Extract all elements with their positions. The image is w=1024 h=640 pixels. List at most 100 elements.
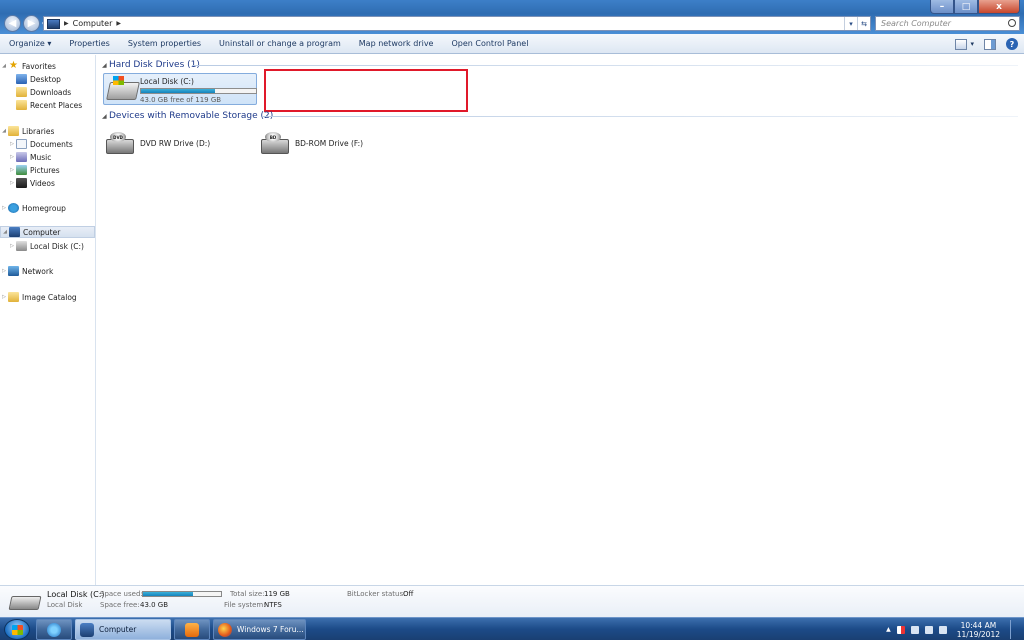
bd-disc-label: BD — [265, 132, 281, 142]
nav-label: Homegroup — [22, 203, 66, 213]
search-input[interactable]: Search Computer — [875, 16, 1020, 31]
preview-pane-icon[interactable] — [984, 38, 996, 50]
group-collapse-icon[interactable]: ◢ — [102, 62, 109, 69]
search-icon[interactable] — [1008, 19, 1016, 27]
drive-name: Local Disk (C:) — [140, 77, 194, 86]
nav-recent-places[interactable]: Recent Places — [0, 99, 95, 111]
videos-icon — [16, 178, 27, 188]
nav-pictures[interactable]: ▷ Pictures — [0, 164, 95, 176]
hard-disk-icon — [16, 241, 27, 251]
nav-homegroup[interactable]: ▷ Homegroup — [0, 202, 95, 214]
homegroup-icon — [8, 203, 19, 213]
action-center-flag-icon[interactable] — [896, 625, 905, 634]
collapsed-triangle-icon[interactable]: ▷ — [0, 205, 8, 211]
libraries-icon — [8, 126, 19, 136]
volume-icon[interactable] — [938, 625, 947, 634]
desktop-icon — [16, 74, 27, 84]
clock-date: 11/19/2012 — [956, 629, 1000, 639]
collapsed-triangle-icon[interactable]: ▷ — [8, 154, 16, 160]
collapsed-triangle-icon[interactable]: ▷ — [8, 180, 16, 186]
pictures-icon — [16, 165, 27, 175]
nav-network[interactable]: ▷ Network — [0, 265, 95, 277]
forward-button[interactable]: ▶ — [23, 15, 40, 32]
drive-bd-rom-f[interactable]: BD BD-ROM Drive (F:) — [261, 130, 363, 156]
details-name: Local Disk (C:) — [47, 590, 105, 599]
drive-dvd-rw-d[interactable]: DVD DVD RW Drive (D:) — [106, 130, 210, 156]
help-icon[interactable]: ? — [1006, 38, 1018, 50]
map-network-drive-button[interactable]: Map network drive — [350, 39, 443, 48]
clock[interactable]: 10:44 AM 11/19/2012 — [957, 621, 1000, 639]
taskbar-firefox[interactable]: Windows 7 Foru... — [213, 619, 306, 640]
nav-desktop[interactable]: Desktop — [0, 73, 95, 85]
nav-label: Favorites — [22, 61, 56, 71]
collapsed-triangle-icon[interactable]: ▷ — [0, 268, 8, 274]
search-placeholder: Search Computer — [881, 19, 951, 28]
collapsed-triangle-icon[interactable]: ▷ — [0, 294, 8, 300]
bitlocker-label: BitLocker status: — [347, 590, 406, 598]
details-type: Local Disk — [47, 601, 83, 609]
refresh-icon[interactable]: ⇆ — [857, 17, 870, 30]
close-button[interactable]: x — [978, 0, 1020, 14]
nav-favorites[interactable]: ◢ ★ Favorites — [0, 60, 95, 72]
taskbar-media-player[interactable] — [174, 619, 210, 640]
nav-documents[interactable]: ▷ Documents — [0, 138, 95, 150]
nav-image-catalog[interactable]: ▷ Image Catalog — [0, 291, 95, 303]
drive-local-disk-c[interactable]: Local Disk (C:) 43.0 GB free of 119 GB — [103, 73, 257, 105]
drive-free-space: 43.0 GB free of 119 GB — [140, 96, 222, 104]
highlight-annotation-box — [264, 69, 468, 112]
title-bar: – □ x ◀ ▶ ▾ ▶ Computer ▶ ▾ ⇆ Search Comp… — [0, 0, 1024, 34]
network-status-icon[interactable] — [924, 625, 933, 634]
total-size-value: 119 GB — [264, 590, 290, 598]
media-player-icon — [185, 622, 199, 637]
uninstall-program-button[interactable]: Uninstall or change a program — [210, 39, 350, 48]
group-header-removable[interactable]: ◢ Devices with Removable Storage (2) — [102, 110, 273, 122]
collapsed-triangle-icon[interactable]: ▷ — [8, 243, 16, 249]
nav-label: Network — [22, 266, 54, 276]
minimize-button[interactable]: – — [930, 0, 954, 14]
nav-label: Recent Places — [30, 100, 83, 110]
group-header-hard-disks[interactable]: ◢ Hard Disk Drives (1) — [102, 59, 200, 71]
documents-icon — [16, 139, 27, 149]
address-bar[interactable]: ▶ Computer ▶ ▾ ⇆ — [43, 16, 871, 31]
group-title: Devices with Removable Storage (2) — [109, 111, 274, 121]
change-view-button[interactable]: ▾ — [955, 38, 974, 50]
nav-local-disk[interactable]: ▷ Local Disk (C:) — [0, 240, 95, 252]
breadcrumb-arrow-icon[interactable]: ▶ — [116, 20, 121, 27]
collapsed-triangle-icon[interactable]: ▷ — [8, 141, 16, 147]
expanded-triangle-icon[interactable]: ◢ — [1, 229, 9, 235]
nav-videos[interactable]: ▷ Videos — [0, 177, 95, 189]
group-collapse-icon[interactable]: ◢ — [102, 113, 109, 120]
address-dropdown-icon[interactable]: ▾ — [844, 17, 857, 30]
properties-button[interactable]: Properties — [60, 39, 118, 48]
show-hidden-icons-icon[interactable]: ▲ — [886, 626, 891, 634]
organize-button[interactable]: Organize ▾ — [0, 39, 60, 48]
start-button[interactable] — [4, 619, 30, 640]
breadcrumb-computer[interactable]: Computer — [73, 19, 113, 28]
nav-computer[interactable]: ◢ Computer — [0, 226, 95, 238]
nav-downloads[interactable]: Downloads — [0, 86, 95, 98]
recent-places-icon — [16, 100, 27, 110]
nav-music[interactable]: ▷ Music — [0, 151, 95, 163]
maximize-button[interactable]: □ — [954, 0, 978, 14]
computer-icon — [9, 227, 20, 237]
taskbar-internet-explorer[interactable] — [36, 619, 72, 640]
space-free-value: 43.0 GB — [140, 601, 169, 609]
breadcrumb-arrow-icon[interactable]: ▶ — [64, 20, 69, 27]
internet-explorer-icon — [47, 622, 61, 637]
system-properties-button[interactable]: System properties — [119, 39, 210, 48]
dvd-drive-icon: DVD — [106, 131, 136, 155]
bd-drive-icon: BD — [261, 131, 291, 155]
nav-libraries[interactable]: ◢ Libraries — [0, 125, 95, 137]
star-icon: ★ — [9, 60, 18, 71]
system-tray: ▲ 10:44 AM 11/19/2012 — [886, 620, 1018, 639]
address-actions: ▾ ⇆ — [844, 17, 870, 30]
taskbar-computer[interactable]: Computer — [75, 619, 171, 640]
collapsed-triangle-icon[interactable]: ▷ — [8, 167, 16, 173]
open-control-panel-button[interactable]: Open Control Panel — [442, 39, 537, 48]
expanded-triangle-icon[interactable]: ◢ — [0, 128, 8, 134]
show-desktop-button[interactable] — [1010, 620, 1018, 639]
views-icon — [955, 38, 968, 50]
expanded-triangle-icon[interactable]: ◢ — [0, 63, 8, 69]
tray-app-icon[interactable] — [910, 625, 919, 634]
back-button[interactable]: ◀ — [4, 15, 21, 32]
